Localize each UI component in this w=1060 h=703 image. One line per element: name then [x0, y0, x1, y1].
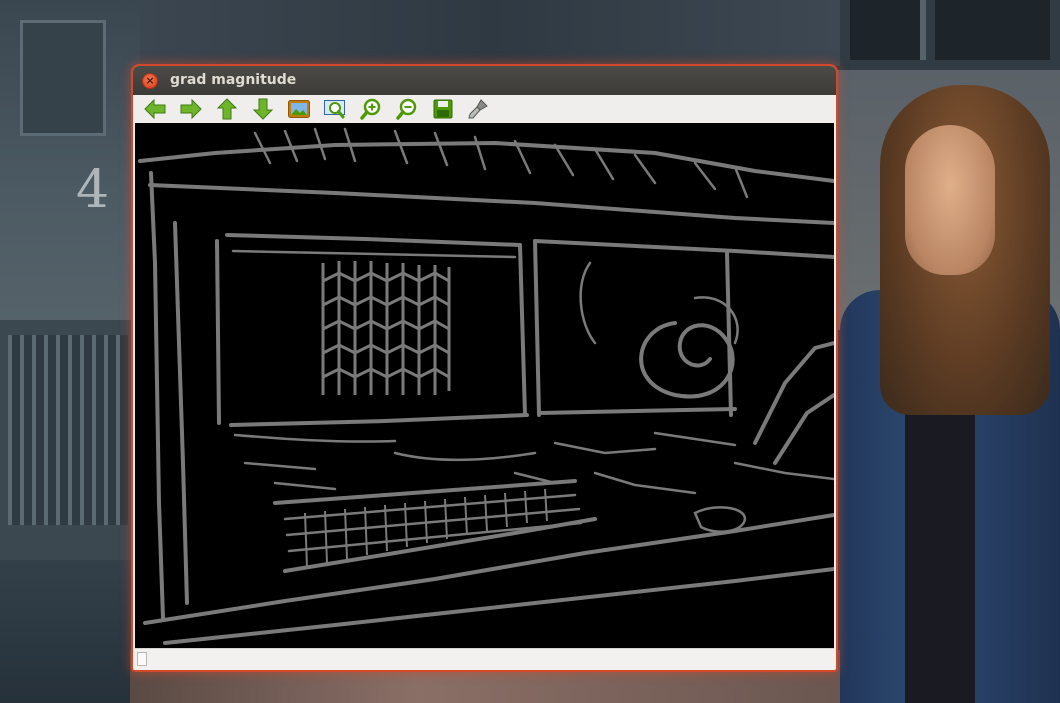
properties-button[interactable] [465, 96, 493, 122]
arrow-up-icon [216, 98, 238, 120]
image-canvas[interactable] [135, 123, 834, 648]
wallpaper-region [140, 0, 840, 66]
status-bar [135, 648, 834, 668]
toolbar [135, 95, 834, 123]
previous-button[interactable] [141, 96, 169, 122]
original-size-button[interactable] [285, 96, 313, 122]
zoom-fit-icon [324, 100, 345, 119]
arrow-down-icon [252, 98, 274, 120]
zoom-in-icon [360, 98, 381, 120]
status-grip[interactable] [137, 652, 147, 666]
wallpaper-window-pane [850, 0, 926, 60]
image-icon [288, 100, 310, 118]
arrow-left-icon [144, 98, 166, 120]
next-button[interactable] [177, 96, 205, 122]
zoom-out-icon [396, 98, 417, 120]
wallpaper-door-panel [20, 20, 106, 136]
wallpaper-house-number: 4 [76, 160, 110, 220]
wallpaper-person-face [905, 125, 995, 275]
window-titlebar[interactable]: × grad magnitude [133, 66, 836, 95]
close-icon[interactable]: × [142, 73, 158, 89]
save-icon [433, 99, 453, 119]
wallpaper-door-lower [0, 560, 140, 703]
arrow-right-icon [180, 98, 202, 120]
window-title: grad magnitude [170, 72, 297, 88]
wallpaper-door-slats [8, 335, 128, 525]
save-button[interactable] [429, 96, 457, 122]
zoom-out-button[interactable] [393, 96, 421, 122]
down-button[interactable] [249, 96, 277, 122]
zoom-in-button[interactable] [357, 96, 385, 122]
image-viewer-window: × grad magnitude [133, 66, 836, 670]
wallpaper-window-pane [935, 0, 1050, 60]
edge-monitor-left-side [215, 239, 221, 425]
gradient-magnitude-image [135, 123, 834, 648]
up-button[interactable] [213, 96, 241, 122]
zoom-fit-button[interactable] [321, 96, 349, 122]
brush-icon [468, 99, 488, 119]
